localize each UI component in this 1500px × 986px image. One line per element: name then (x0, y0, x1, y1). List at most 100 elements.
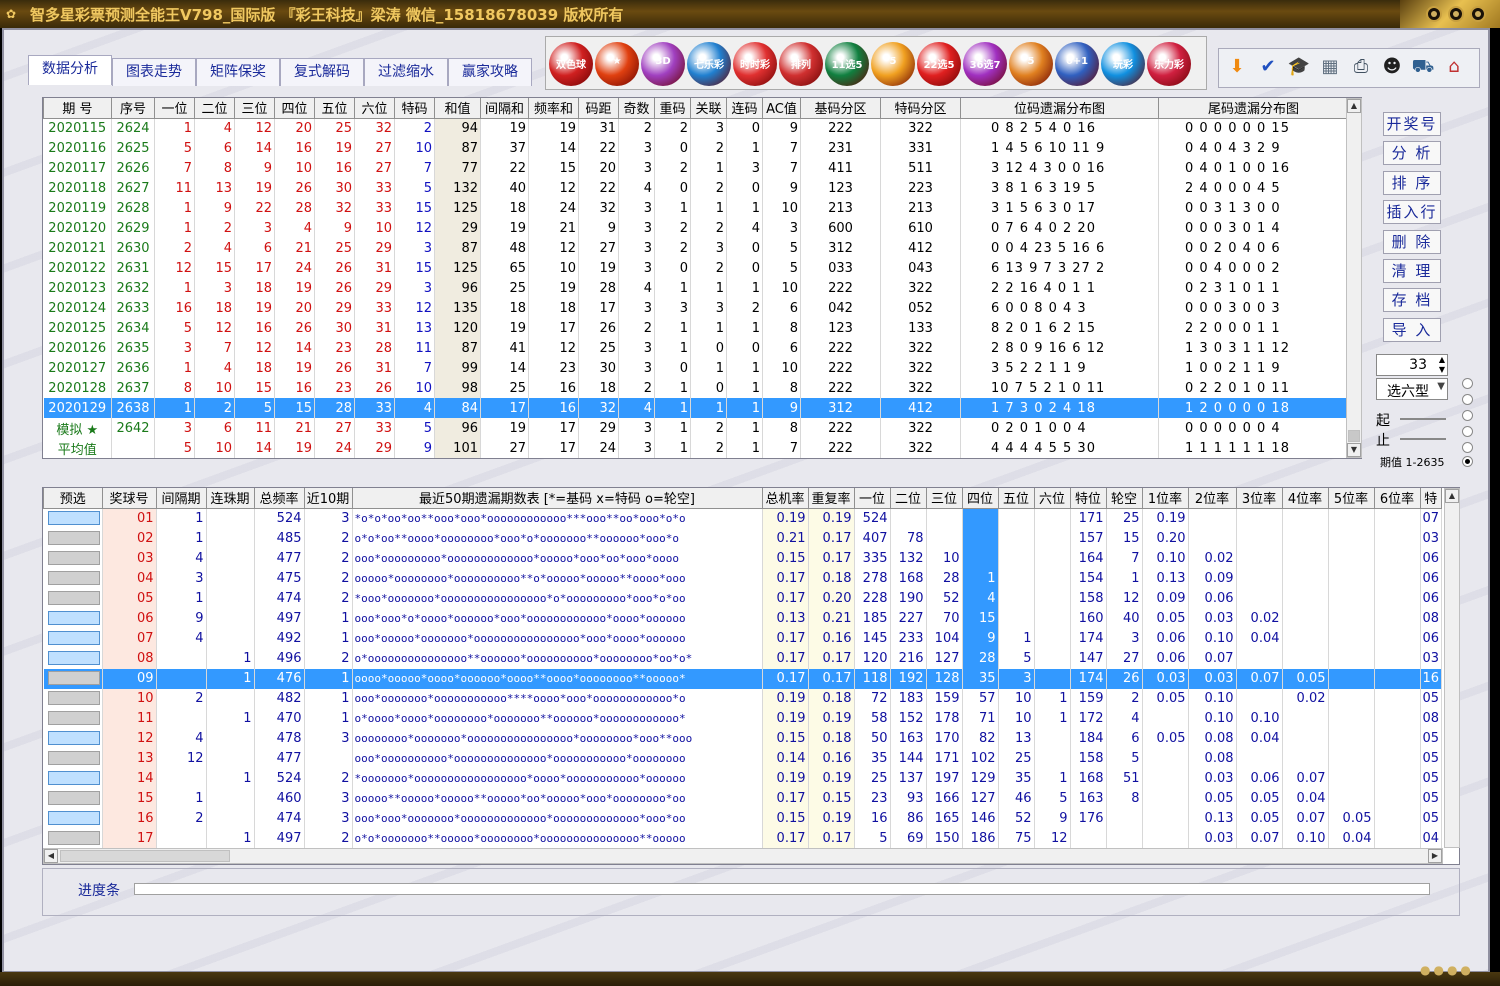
printer-icon[interactable]: ⎙ (1348, 52, 1374, 82)
lottery-logo-9[interactable]: 36选7 (963, 42, 1007, 86)
action-button-0[interactable]: 开奖号 (1383, 112, 1441, 136)
tab-0[interactable]: 数据分析 (28, 55, 112, 85)
pick-cell[interactable] (43, 528, 103, 549)
pick-cell[interactable] (43, 708, 103, 729)
radio-option-2[interactable] (1462, 394, 1473, 405)
scroll-thumb[interactable] (1348, 430, 1360, 442)
radio-option-3[interactable] (1462, 410, 1473, 421)
ball-statistics-grid[interactable]: 预选 奖球号 间隔期 连珠期 总频率 近10期 最近50期遗漏期数表 [*=基码 x=特码 … (42, 487, 1460, 865)
close-button[interactable] (1470, 6, 1486, 22)
action-button-4[interactable]: 删 除 (1383, 229, 1441, 254)
ball-row[interactable]: 17 1 497 2 o*o*ooooooo**ooooo*oooooooo*ooooo… (43, 828, 1443, 849)
scroll-left-icon[interactable]: ◀ (44, 849, 58, 863)
draw-row[interactable]: 2020125 2634 5 12 16 26 30 31 13 120 19 17 26 2 1 1 1 8 12… (43, 318, 1349, 338)
lottery-logo-3[interactable]: 七乐彩 (687, 42, 731, 86)
top-header-cell[interactable]: 重码 (654, 98, 691, 119)
pick-checkbox[interactable] (47, 630, 100, 645)
pick-cell[interactable] (43, 788, 103, 809)
pick-cell[interactable] (43, 548, 103, 569)
qq-icon[interactable]: ☻ (1379, 52, 1405, 82)
minimize-button[interactable] (1426, 6, 1442, 22)
pick-cell[interactable] (43, 668, 103, 689)
pick-checkbox[interactable] (47, 550, 100, 565)
top-header-cell[interactable]: 码距 (578, 98, 619, 119)
pick-cell[interactable] (43, 828, 103, 849)
action-button-5[interactable]: 清 理 (1383, 259, 1441, 283)
draw-row[interactable]: 2020119 2628 1 9 22 28 32 33 15 125 18 24 32 3 1 1 1 10 21… (43, 198, 1349, 218)
ball-row[interactable]: 06 9 497 1 ooo*ooo*o*oooo*oooooo*ooo*ooooooo… (43, 608, 1443, 629)
range-end-slider[interactable] (1400, 438, 1446, 440)
pick-checkbox[interactable] (47, 790, 100, 805)
ball-row[interactable]: 05 1 474 2 *ooo*ooooooo*oooooooooooooooo*o*o… (43, 588, 1443, 609)
bottom-header-cell[interactable]: 奖球号 (101, 488, 157, 509)
tab-5[interactable]: 赢家攻略 (448, 58, 532, 86)
lottery-logo-11[interactable]: 6+1 (1055, 42, 1099, 86)
top-header-cell[interactable]: 尾码遗漏分布图 (1158, 98, 1349, 119)
pick-checkbox[interactable] (47, 830, 100, 845)
pick-checkbox[interactable] (47, 530, 100, 545)
top-header-cell[interactable]: 间隔和 (480, 98, 529, 119)
hscroll-thumb[interactable] (60, 850, 230, 862)
pick-checkbox[interactable] (47, 670, 100, 685)
tab-2[interactable]: 矩阵保奖 (196, 58, 280, 86)
lottery-logo-8[interactable]: 22选5 (917, 42, 961, 86)
bottom-header-cell[interactable]: 近10期 (303, 488, 353, 509)
tab-1[interactable]: 图表走势 (112, 58, 196, 86)
draw-row[interactable]: 2020120 2629 1 2 3 4 9 10 12 29 19 21 9 3 2 2 4 3 600 610 0 … (43, 218, 1349, 238)
radio-option-6[interactable] (1462, 456, 1473, 467)
top-header-cell[interactable]: 特码 (394, 98, 435, 119)
basket-icon[interactable]: ⛟ (1410, 52, 1436, 82)
scroll-right-icon[interactable]: ▶ (1428, 849, 1442, 863)
draw-row[interactable]: 2020118 2627 11 13 19 26 30 33 5 132 40 12 22 4 0 2 0 9 12… (43, 178, 1349, 198)
ball-row[interactable]: 08 1 496 2 o*ooooooooooooooo**oooooo*ooooooo… (43, 648, 1443, 669)
pick-checkbox[interactable] (47, 770, 100, 785)
draw-row[interactable]: 2020115 2624 1 4 12 20 25 32 2 94 19 19 31 2 2 3 0 9 222 32… (43, 118, 1349, 138)
pick-checkbox[interactable] (47, 750, 100, 765)
bottom-horizontal-scrollbar[interactable] (43, 848, 1443, 864)
bottom-header-cell[interactable]: 一位 (853, 488, 891, 509)
pick-checkbox[interactable] (47, 730, 100, 745)
pick-checkbox[interactable] (47, 690, 100, 705)
pick-cell[interactable] (43, 648, 103, 669)
pick-cell[interactable] (43, 808, 103, 829)
pick-cell[interactable] (43, 628, 103, 649)
ball-row[interactable]: 14 1 524 2 *ooooooo*ooooooooooooooooo*oooo*o… (43, 768, 1443, 789)
tab-3[interactable]: 复式解码 (280, 58, 364, 86)
top-header-cell[interactable]: 五位 (314, 98, 355, 119)
bottom-vertical-scrollbar[interactable] (1444, 488, 1460, 848)
ball-row[interactable]: 13 12 477 ooo*oooooooooo*oooooooooooooo*ooo… (43, 748, 1443, 769)
bottom-header-cell[interactable]: 预选 (43, 488, 103, 509)
ball-row[interactable]: 11 1 470 1 o*oooo*oooo*oooooooo*ooooooo**ooo… (43, 708, 1443, 729)
pick-cell[interactable] (43, 508, 103, 529)
draw-row[interactable]: 2020117 2626 7 8 9 10 16 27 7 77 22 15 20 3 2 1 3 7 411 511… (43, 158, 1349, 178)
bottom-header-cell[interactable]: 6位率 (1373, 488, 1421, 509)
bottom-header-cell[interactable]: 重复率 (807, 488, 855, 509)
bottom-header-cell[interactable]: 1位率 (1141, 488, 1189, 509)
draw-row[interactable]: 2020116 2625 5 6 14 16 19 27 10 87 37 14 22 3 0 2 1 7 231 3… (43, 138, 1349, 158)
action-button-7[interactable]: 导 入 (1383, 317, 1441, 342)
bottom-header-cell[interactable]: 2位率 (1187, 488, 1237, 509)
pick-checkbox[interactable] (47, 570, 100, 585)
graduation-icon[interactable]: 🎓 (1286, 52, 1312, 82)
ball-row[interactable]: 16 2 474 3 ooo*ooo*ooooooo*ooooooooooooo*ooo… (43, 808, 1443, 829)
bottom-header-cell[interactable]: 六位 (1033, 488, 1071, 509)
ball-row[interactable]: 01 1 524 3 *o*o*oo*oo**ooo*ooo*oooooooooooo*… (43, 508, 1443, 529)
maximize-button[interactable] (1448, 6, 1464, 22)
top-header-cell[interactable]: 频率和 (528, 98, 579, 119)
bottom-header-cell[interactable]: 总机率 (761, 488, 809, 509)
pick-cell[interactable] (43, 768, 103, 789)
radio-option-1[interactable] (1462, 378, 1473, 389)
scroll-down-icon[interactable]: ▼ (1347, 443, 1361, 457)
top-header-cell[interactable]: 位码遗漏分布图 (960, 98, 1159, 119)
bottom-header-cell[interactable]: 五位 (997, 488, 1035, 509)
bottom-header-cell[interactable]: 特 (1419, 488, 1443, 509)
radio-option-4[interactable] (1462, 426, 1473, 437)
home-icon[interactable]: ⌂ (1441, 52, 1467, 82)
top-header-cell[interactable]: AC值 (762, 98, 801, 119)
lottery-logo-4[interactable]: 时时彩 (733, 42, 777, 86)
scroll-up-icon[interactable]: ▲ (1445, 489, 1459, 503)
lottery-logo-0[interactable]: 双色球 (549, 42, 593, 86)
calculator-icon[interactable]: ▦ (1317, 52, 1343, 82)
spinner-arrows-icon[interactable]: ▲ ▼ (1439, 355, 1445, 375)
ball-row[interactable]: 09 1 476 1 oooo*ooooo*oooo*oooooo*oooo**oooo… (43, 668, 1443, 689)
